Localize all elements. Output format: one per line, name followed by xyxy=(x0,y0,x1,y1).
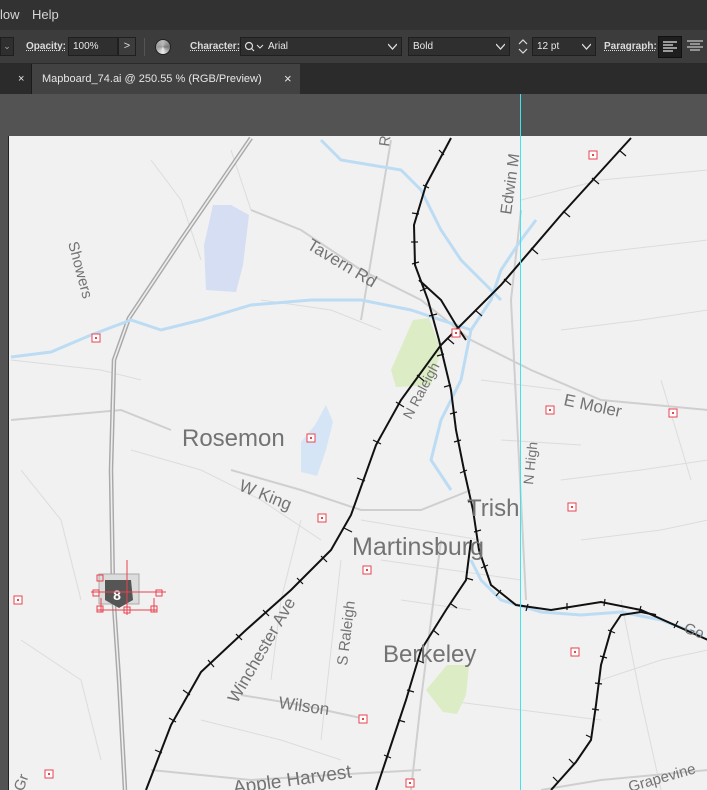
chevron-down-icon xyxy=(582,43,591,50)
label-trish: Trish xyxy=(467,495,519,522)
font-search-icon xyxy=(244,41,264,52)
menu-window[interactable]: low xyxy=(0,7,20,22)
lake xyxy=(204,205,249,292)
park xyxy=(426,665,469,714)
minor-streets xyxy=(10,149,707,790)
label-grapevine: Grapevine xyxy=(626,760,697,790)
close-icon[interactable]: × xyxy=(284,64,292,94)
font-family-value: Arial xyxy=(268,41,289,52)
label-tavern-rd: Tavern Rd xyxy=(304,235,380,291)
recolor-artwork-icon[interactable] xyxy=(155,39,171,55)
label-w-king: W King xyxy=(237,476,295,514)
close-icon[interactable]: × xyxy=(18,64,24,94)
label-r: R xyxy=(376,136,394,148)
opacity-label[interactable]: Opacity: xyxy=(26,41,66,52)
poi-markers xyxy=(13,150,678,788)
label-go: Go xyxy=(682,620,707,643)
font-family-field[interactable]: Arial xyxy=(240,37,402,56)
label-wilson: Wilson xyxy=(277,693,330,719)
align-left-icon xyxy=(663,41,677,52)
label-s-raleigh: S Raleigh xyxy=(334,600,359,667)
map-artwork: 8 Rosemon Martinsburg Trish Berkeley Tav… xyxy=(10,136,707,790)
previous-tab[interactable]: × xyxy=(0,64,30,94)
opacity-input[interactable]: 100% xyxy=(68,37,118,56)
font-size-stepper[interactable] xyxy=(516,37,530,56)
label-n-high: N High xyxy=(520,441,540,485)
align-center-icon xyxy=(687,40,703,51)
label-e-moler: E Moler xyxy=(562,390,624,421)
pond xyxy=(301,405,333,476)
label-gr: Gr xyxy=(11,772,33,790)
separator xyxy=(144,38,145,56)
label-apple-harvest: Apple Harvest xyxy=(232,761,354,790)
map-labels: Rosemon Martinsburg Trish Berkeley Taver… xyxy=(11,136,706,790)
label-berkeley: Berkeley xyxy=(383,641,476,668)
character-label[interactable]: Character: xyxy=(190,41,240,52)
align-center-button[interactable] xyxy=(684,36,706,58)
artboard[interactable]: 8 Rosemon Martinsburg Trish Berkeley Tav… xyxy=(8,136,707,790)
tab-title: Mapboard_74.ai @ 250.55 % (RGB/Preview) xyxy=(42,73,262,85)
align-left-button[interactable] xyxy=(658,36,682,58)
stepper-arrows-icon xyxy=(518,39,528,54)
font-size-field[interactable]: 12 pt xyxy=(532,37,596,56)
svg-text:8: 8 xyxy=(113,587,121,603)
chevron-down-icon xyxy=(388,43,397,50)
selected-route-shield[interactable]: 8 xyxy=(91,560,166,615)
paragraph-label[interactable]: Paragraph: xyxy=(604,41,657,52)
opacity-arrow-button[interactable]: > xyxy=(118,37,136,56)
label-rosemon: Rosemon xyxy=(182,425,285,452)
label-showers: Showers xyxy=(64,240,96,301)
tab-mapboard[interactable]: Mapboard_74.ai @ 250.55 % (RGB/Preview) … xyxy=(32,64,300,94)
document-tab-bar: × Mapboard_74.ai @ 250.55 % (RGB/Preview… xyxy=(0,64,707,94)
font-style-field[interactable]: Bold xyxy=(408,37,510,56)
fill-dropdown[interactable]: ⌄ xyxy=(0,37,14,56)
control-bar: ⌄ Opacity: 100% > Character: Arial Bold … xyxy=(0,30,707,64)
chevron-down-icon xyxy=(496,43,505,50)
main-roads xyxy=(10,139,707,790)
font-size-value: 12 pt xyxy=(537,41,560,52)
vertical-guide[interactable] xyxy=(520,94,521,790)
menu-bar: low Help xyxy=(0,0,707,30)
label-martinsburg: Martinsburg xyxy=(352,533,484,561)
menu-help[interactable]: Help xyxy=(32,7,59,22)
font-style-value: Bold xyxy=(413,41,434,52)
label-winchester-ave: Winchester Ave xyxy=(224,594,299,706)
